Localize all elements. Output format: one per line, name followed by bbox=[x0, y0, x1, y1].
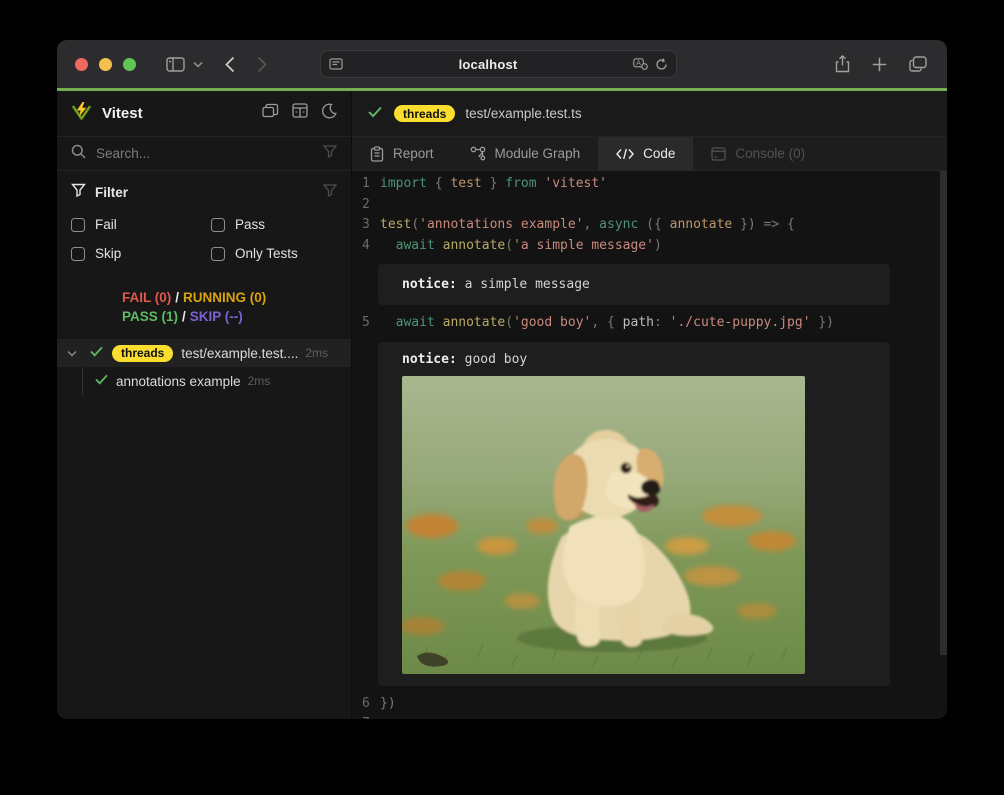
checkbox-box bbox=[71, 247, 85, 261]
annotation-message: a simple message bbox=[457, 277, 590, 292]
line-number: 7 bbox=[352, 714, 374, 719]
main-panel: threads test/example.test.ts Report bbox=[352, 91, 947, 719]
checkbox-fail[interactable]: Fail bbox=[71, 210, 211, 239]
share-icon[interactable] bbox=[835, 55, 850, 73]
sidebar-header: Vitest bbox=[57, 91, 351, 137]
code-line: 5 await annotate('good boy', { path: './… bbox=[352, 313, 947, 334]
minimize-window-button[interactable] bbox=[99, 58, 112, 71]
funnel-icon bbox=[71, 183, 86, 202]
checkbox-box bbox=[211, 218, 225, 232]
test-case-name: annotations example bbox=[116, 374, 241, 389]
search-input[interactable]: Search... bbox=[57, 137, 351, 171]
line-number: 3 bbox=[352, 215, 374, 236]
url-text: localhost bbox=[343, 57, 633, 72]
check-icon bbox=[368, 105, 382, 123]
pool-badge: threads bbox=[112, 345, 173, 362]
test-file-row[interactable]: threads test/example.test.... 2ms bbox=[57, 339, 351, 367]
close-window-button[interactable] bbox=[75, 58, 88, 71]
test-stats: FAIL (0)/RUNNING (0) PASS (1)/SKIP (--) bbox=[57, 288, 351, 326]
checkbox-box bbox=[211, 247, 225, 261]
code-line: 6}) bbox=[352, 694, 947, 715]
check-icon bbox=[90, 344, 103, 362]
test-tree: threads test/example.test.... 2ms annota… bbox=[57, 339, 351, 395]
tab-code[interactable]: Code bbox=[598, 137, 693, 170]
file-header: threads test/example.test.ts bbox=[352, 91, 947, 137]
check-icon bbox=[95, 372, 108, 390]
window-controls bbox=[75, 58, 136, 71]
tab-bar: Report Module Graph bbox=[352, 137, 947, 171]
clear-filter-icon[interactable] bbox=[323, 184, 337, 202]
code-icon bbox=[616, 148, 634, 160]
pass-count: PASS (1) bbox=[122, 309, 178, 324]
address-bar[interactable]: localhost A bbox=[320, 50, 677, 78]
code-line: 2 bbox=[352, 195, 947, 216]
line-number: 4 bbox=[352, 236, 374, 257]
page-settings-icon[interactable] bbox=[329, 58, 343, 70]
fail-count: FAIL (0) bbox=[122, 290, 171, 305]
test-case-row[interactable]: annotations example 2ms bbox=[57, 367, 351, 395]
open-file-name: test/example.test.ts bbox=[465, 106, 581, 121]
filter-label: Filter bbox=[95, 185, 323, 200]
forward-button[interactable] bbox=[257, 56, 267, 73]
search-placeholder: Search... bbox=[96, 146, 323, 161]
checkbox-skip[interactable]: Skip bbox=[71, 239, 211, 268]
report-summary-icon[interactable] bbox=[292, 103, 308, 124]
chevron-down-icon[interactable] bbox=[193, 61, 203, 68]
browser-toolbar: localhost A bbox=[57, 40, 947, 88]
code-scrollbar[interactable] bbox=[940, 171, 947, 655]
search-icon bbox=[71, 144, 86, 164]
code-line: 1import { test } from 'vitest' bbox=[352, 174, 947, 195]
stats-line-2: PASS (1)/SKIP (--) bbox=[122, 307, 351, 326]
chevron-down-icon[interactable] bbox=[67, 344, 81, 362]
vitest-logo-icon bbox=[71, 101, 92, 127]
line-number: 5 bbox=[352, 313, 374, 334]
code-line: 3test('annotations example', async ({ an… bbox=[352, 215, 947, 236]
stats-line-1: FAIL (0)/RUNNING (0) bbox=[122, 288, 351, 307]
line-number: 6 bbox=[352, 694, 374, 715]
line-number: 2 bbox=[352, 195, 374, 216]
code-line: 4 await annotate('a simple message') bbox=[352, 236, 947, 257]
svg-text:A: A bbox=[636, 59, 641, 67]
test-file-name: test/example.test.... bbox=[181, 346, 298, 361]
clear-search-filter-icon[interactable] bbox=[323, 145, 337, 163]
dashboard-icon[interactable] bbox=[262, 103, 279, 124]
tab-report[interactable]: Report bbox=[352, 137, 452, 170]
tree-guide-line bbox=[82, 367, 83, 395]
skip-count: SKIP (--) bbox=[190, 309, 243, 324]
annotation-type-label: notice: bbox=[402, 352, 457, 367]
puppy-image bbox=[402, 376, 805, 674]
test-duration: 2ms bbox=[305, 346, 328, 360]
clipboard-icon bbox=[370, 146, 384, 162]
line-number: 1 bbox=[352, 174, 374, 195]
module-graph-icon bbox=[470, 146, 486, 161]
annotation-notice: notice: good boy bbox=[378, 342, 890, 686]
pool-badge: threads bbox=[394, 105, 455, 122]
code-line: 7 bbox=[352, 714, 947, 719]
translate-icon[interactable]: A bbox=[633, 58, 648, 71]
tab-console[interactable]: Console (0) bbox=[693, 137, 823, 170]
browser-sidebar-icon[interactable] bbox=[166, 57, 185, 72]
code-viewer[interactable]: 1import { test } from 'vitest'23test('an… bbox=[352, 171, 947, 719]
annotation-message: good boy bbox=[457, 352, 527, 367]
desktop-background: localhost A bbox=[0, 0, 1004, 795]
checkbox-box bbox=[71, 218, 85, 232]
dark-mode-moon-icon[interactable] bbox=[321, 103, 337, 124]
test-duration: 2ms bbox=[248, 374, 271, 388]
app-title: Vitest bbox=[102, 105, 262, 122]
checkbox-only-tests[interactable]: Only Tests bbox=[211, 239, 337, 268]
reload-icon[interactable] bbox=[655, 58, 668, 71]
console-icon bbox=[711, 147, 726, 161]
tab-overview-icon[interactable] bbox=[909, 56, 927, 72]
running-count: RUNNING (0) bbox=[183, 290, 266, 305]
annotation-notice: notice: a simple message bbox=[378, 264, 890, 305]
back-button[interactable] bbox=[225, 56, 235, 73]
zoom-window-button[interactable] bbox=[123, 58, 136, 71]
sidebar: Vitest bbox=[57, 91, 352, 719]
annotation-type-label: notice: bbox=[402, 277, 457, 292]
tab-module-graph[interactable]: Module Graph bbox=[452, 137, 599, 170]
filter-section: Filter Fail Pass Skip Only Tests bbox=[57, 171, 351, 268]
checkbox-pass[interactable]: Pass bbox=[211, 210, 337, 239]
browser-window: localhost A bbox=[57, 40, 947, 719]
new-tab-icon[interactable] bbox=[872, 57, 887, 72]
